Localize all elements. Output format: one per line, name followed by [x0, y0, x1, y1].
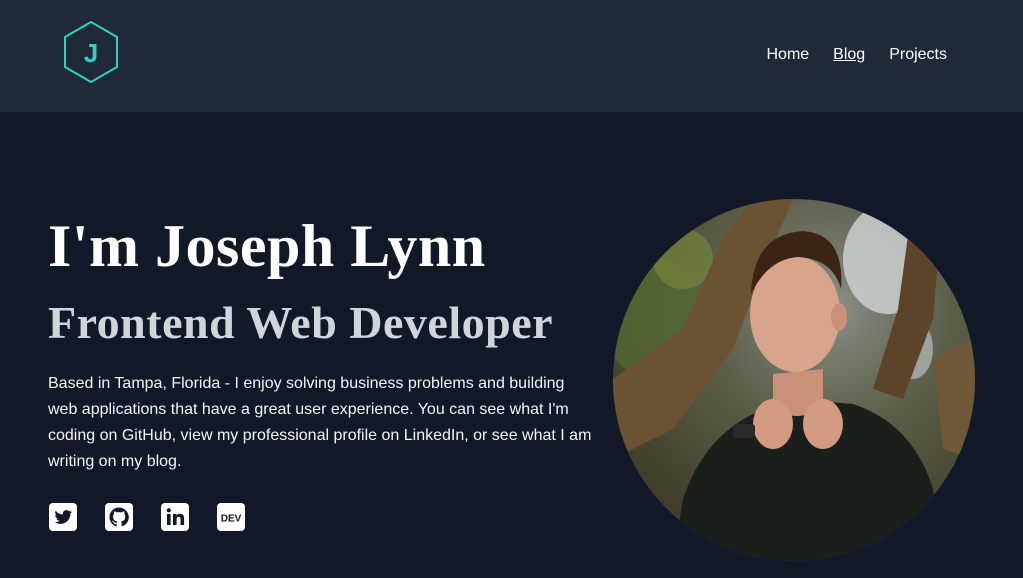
- github-icon: [105, 503, 133, 531]
- social-links: DEV: [48, 502, 246, 532]
- logo-link[interactable]: J: [62, 20, 120, 84]
- linkedin-icon: [161, 503, 189, 531]
- dev-icon: DEV: [217, 503, 245, 531]
- portrait-photo: [613, 199, 975, 561]
- logo-letter: J: [84, 38, 98, 68]
- github-link[interactable]: [104, 502, 134, 532]
- hero-subtitle: Frontend Web Developer: [48, 297, 554, 348]
- nav-home[interactable]: Home: [766, 44, 809, 66]
- dev-icon-text: DEV: [221, 514, 242, 525]
- site-header: J Home Blog Projects: [0, 0, 1023, 112]
- linkedin-link[interactable]: [160, 502, 190, 532]
- nav-projects[interactable]: Projects: [889, 44, 947, 66]
- hexagon-logo-icon: J: [64, 20, 118, 84]
- portrait-illustration: [613, 199, 975, 561]
- hero-title: I'm Joseph Lynn: [48, 213, 486, 279]
- dev-link[interactable]: DEV: [216, 502, 246, 532]
- twitter-icon: [49, 503, 77, 531]
- nav-blog[interactable]: Blog: [833, 44, 865, 66]
- hero-description: Based in Tampa, Florida - I enjoy solvin…: [48, 375, 592, 470]
- twitter-link[interactable]: [48, 502, 78, 532]
- main-nav: Home Blog Projects: [766, 44, 947, 66]
